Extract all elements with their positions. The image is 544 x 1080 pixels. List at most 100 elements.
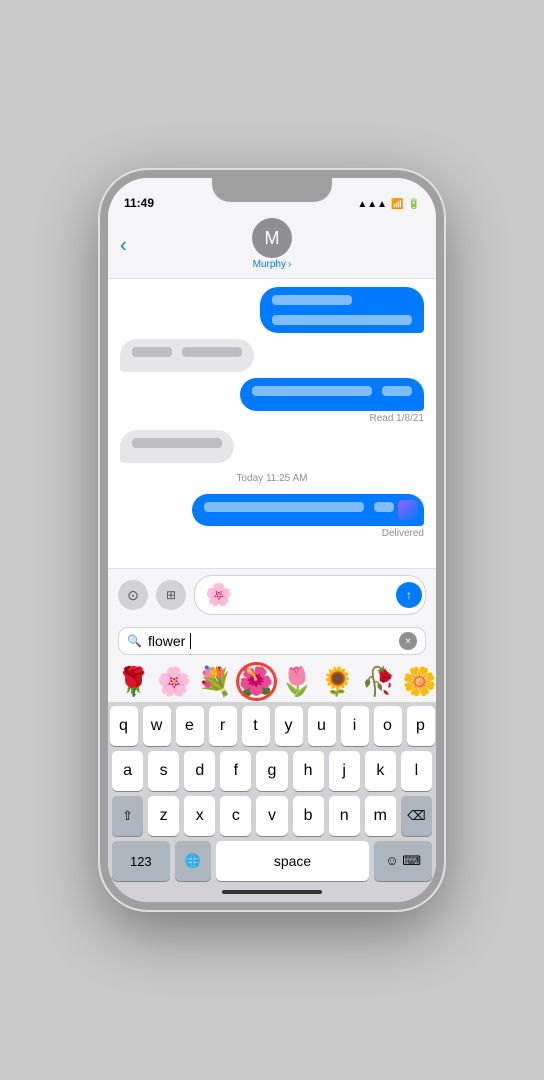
key-k[interactable]: k: [365, 751, 396, 791]
send-icon: ↑: [406, 588, 412, 602]
blur-text: [252, 386, 372, 396]
key-d[interactable]: d: [184, 751, 215, 791]
section-label: Today 11:25 AM: [120, 473, 424, 484]
emoji-sunflower[interactable]: 🌻: [320, 665, 355, 698]
send-button[interactable]: ↑: [396, 582, 422, 608]
home-indicator: [222, 890, 322, 894]
camera-icon: ⊙: [127, 587, 139, 604]
blur-text: [204, 502, 364, 512]
blur-text: [382, 386, 412, 396]
key-x[interactable]: x: [184, 796, 215, 836]
emoji-search-text[interactable]: flower: [148, 633, 393, 649]
blur-text: [272, 295, 352, 305]
messages-area[interactable]: Read 1/8/21 Today 11:25 AM Delivered: [108, 279, 436, 568]
key-row-4: 123 🌐 space ☺ ⌨: [108, 841, 436, 881]
blur-text: [132, 347, 172, 357]
msg-bubble-incoming: [120, 430, 234, 463]
msg-bubble-outgoing: [240, 378, 424, 411]
emoji-tulip[interactable]: 🌷: [280, 665, 315, 698]
delivered-status: Delivered: [382, 528, 424, 539]
key-h[interactable]: h: [293, 751, 324, 791]
key-row-1: q w e r t y u i o p: [108, 706, 436, 746]
key-u[interactable]: u: [308, 706, 336, 746]
input-area: ⊙ ⊞ 🌸 ↑: [108, 568, 436, 621]
emoji-blossom[interactable]: 🌼: [402, 665, 436, 698]
blur-text: [132, 438, 222, 448]
contact-name[interactable]: Murphy ›: [253, 259, 292, 270]
search-icon: 🔍: [127, 634, 142, 648]
key-t[interactable]: t: [242, 706, 270, 746]
signal-icon: ▲▲▲: [357, 199, 387, 210]
clear-search-button[interactable]: ×: [399, 632, 417, 650]
contact-name-text: Murphy: [253, 259, 286, 270]
key-row-3: ⇧ z x c v b n m ⌫: [108, 796, 436, 836]
back-button[interactable]: ‹: [120, 235, 127, 258]
key-p[interactable]: p: [407, 706, 435, 746]
emoji-rose[interactable]: 🌹: [116, 665, 151, 698]
message-row: [120, 287, 424, 333]
message-row: [120, 339, 424, 372]
key-b[interactable]: b: [293, 796, 324, 836]
key-n[interactable]: n: [329, 796, 360, 836]
nav-header: ‹ M Murphy ›: [108, 214, 436, 279]
numbers-label: 123: [130, 854, 152, 869]
keyboard: q w e r t y u i o p a s d f g h j k l ⇧ …: [108, 702, 436, 886]
key-o[interactable]: o: [374, 706, 402, 746]
message-row: [120, 430, 424, 463]
key-i[interactable]: i: [341, 706, 369, 746]
emoji-bouquet[interactable]: 💐: [198, 665, 233, 698]
emoji-search-input-wrap[interactable]: 🔍 flower ×: [118, 627, 426, 655]
delete-key[interactable]: ⌫: [401, 796, 432, 836]
key-row-2: a s d f g h j k l: [108, 751, 436, 791]
globe-key[interactable]: 🌐: [175, 841, 211, 881]
key-q[interactable]: q: [110, 706, 138, 746]
message-row: Read 1/8/21: [120, 378, 424, 424]
msg-bubble-outgoing: [260, 287, 424, 333]
shift-key[interactable]: ⇧: [112, 796, 143, 836]
blur-text: [182, 347, 242, 357]
key-c[interactable]: c: [220, 796, 251, 836]
emoji-results: 🌹 🌸 💐 🌺 🌷 🌻 🥀 🌼: [108, 661, 436, 702]
msg-bubble-incoming: [120, 339, 254, 372]
battery-icon: 🔋: [408, 199, 420, 210]
key-f[interactable]: f: [220, 751, 251, 791]
key-v[interactable]: v: [256, 796, 287, 836]
camera-button[interactable]: ⊙: [118, 580, 148, 610]
emoji-hibiscus[interactable]: 🌺: [239, 665, 274, 698]
blur-text: [272, 315, 412, 325]
clear-icon: ×: [405, 636, 411, 647]
key-j[interactable]: j: [329, 751, 360, 791]
status-time: 11:49: [124, 196, 154, 210]
key-z[interactable]: z: [148, 796, 179, 836]
message-input[interactable]: 🌸: [194, 575, 426, 615]
emoji-cherry-blossom[interactable]: 🌸: [157, 665, 192, 698]
phone-frame: 11:49 ▲▲▲ 📶 🔋 ‹ M Murphy ›: [100, 170, 444, 910]
apps-icon: ⊞: [166, 588, 176, 602]
key-w[interactable]: w: [143, 706, 171, 746]
message-row: Delivered: [120, 494, 424, 540]
avatar: M: [252, 218, 292, 258]
key-r[interactable]: r: [209, 706, 237, 746]
bottom-bar: [108, 886, 436, 902]
key-s[interactable]: s: [148, 751, 179, 791]
key-g[interactable]: g: [256, 751, 287, 791]
key-a[interactable]: a: [112, 751, 143, 791]
key-l[interactable]: l: [401, 751, 432, 791]
emoji-search-bar: 🔍 flower ×: [108, 621, 436, 661]
flower-emoji-input: 🌸: [205, 582, 232, 608]
input-wrap: 🌸 ↑: [194, 575, 426, 615]
space-key[interactable]: space: [216, 841, 370, 881]
key-e[interactable]: e: [176, 706, 204, 746]
emoji-wilted[interactable]: 🥀: [361, 665, 396, 698]
msg-bubble-outgoing: [192, 494, 424, 527]
key-y[interactable]: y: [275, 706, 303, 746]
wifi-icon: 📶: [391, 199, 403, 210]
notch: [212, 178, 332, 202]
emoji-return-key[interactable]: ☺ ⌨: [374, 841, 432, 881]
numbers-key[interactable]: 123: [112, 841, 170, 881]
key-m[interactable]: m: [365, 796, 396, 836]
read-status: Read 1/8/21: [370, 413, 425, 424]
blur-text: [374, 502, 394, 512]
apps-button[interactable]: ⊞: [156, 580, 186, 610]
chevron-icon: ›: [288, 259, 291, 270]
